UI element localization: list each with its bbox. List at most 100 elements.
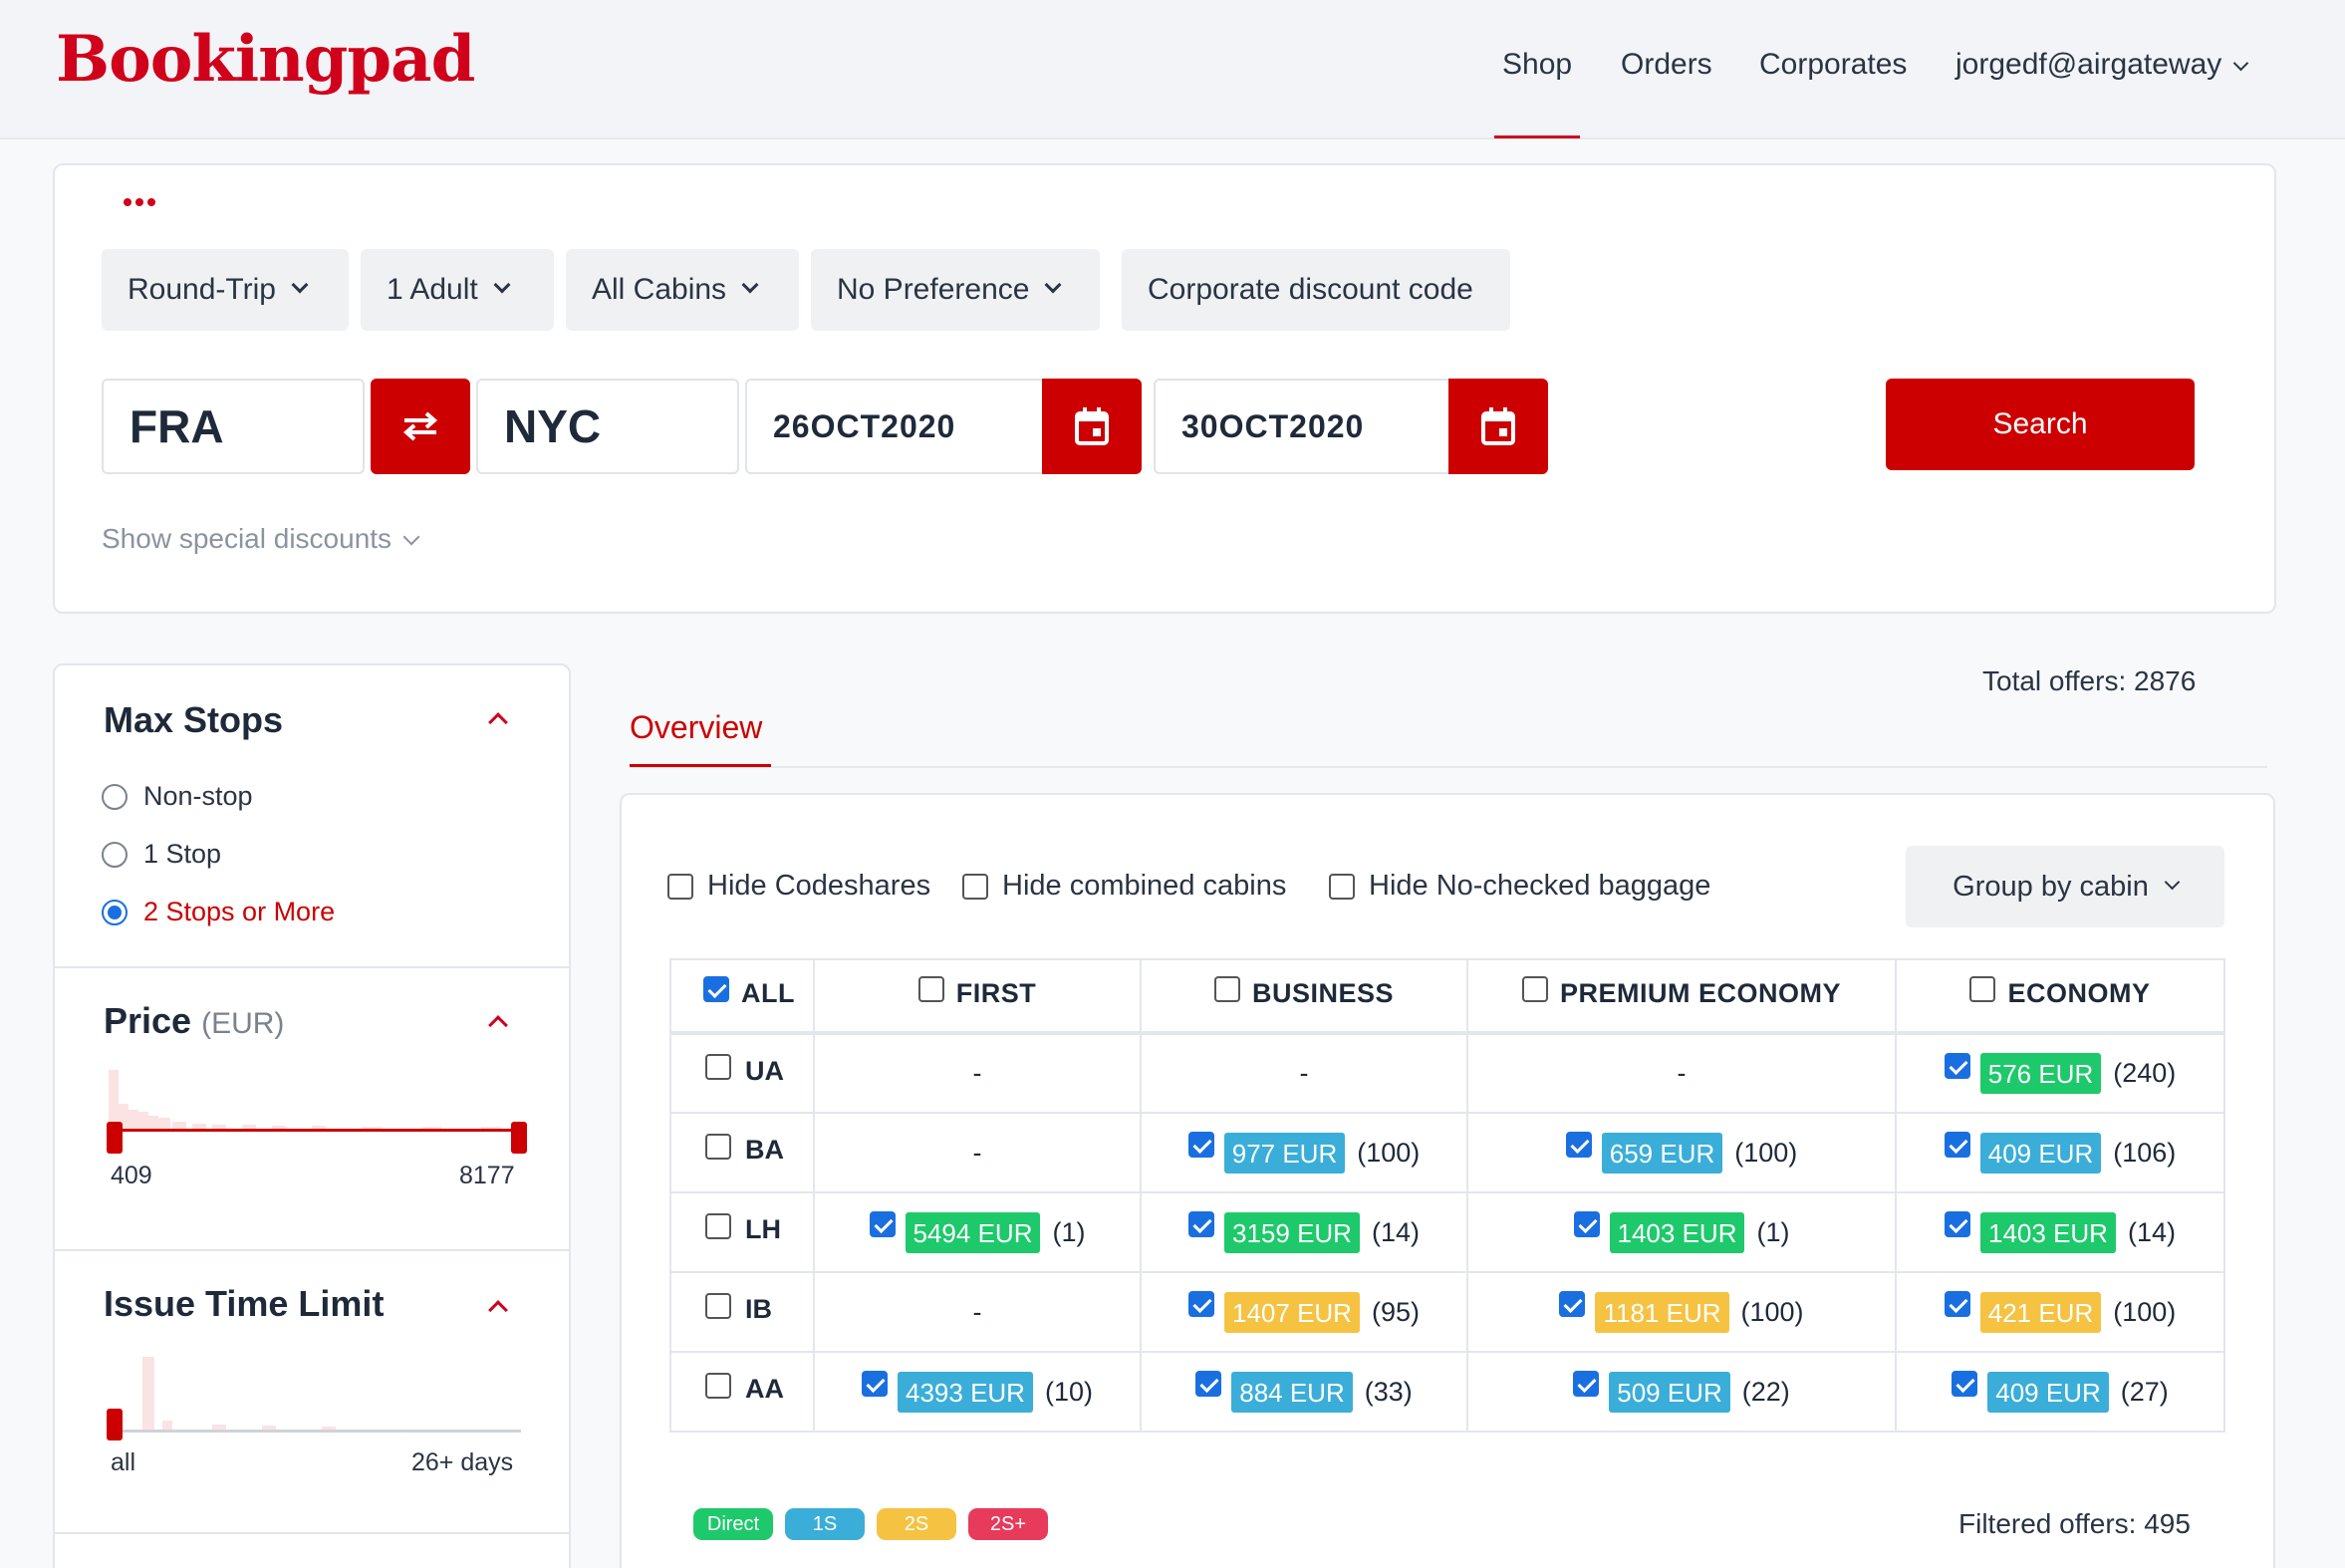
cabin-select[interactable]: All Cabins — [566, 249, 799, 331]
checkbox-checked[interactable] — [1195, 1371, 1222, 1397]
airline-row-aa: AA 4393 EUR (10) 884 EUR (33) 509 EUR (22) 409 … — [669, 1351, 2225, 1433]
nav-shop[interactable]: Shop — [1502, 48, 1572, 82]
radio-button[interactable] — [102, 841, 128, 868]
option-label: 2 Stops or More — [143, 897, 336, 926]
price-badge[interactable]: 1181 EUR — [1595, 1291, 1729, 1333]
price-badge[interactable]: 884 EUR — [1231, 1371, 1353, 1413]
price-max-handle[interactable] — [511, 1122, 527, 1154]
price-badge[interactable]: 421 EUR — [1979, 1291, 2102, 1333]
checkbox-checked[interactable] — [869, 1211, 896, 1237]
nav-corporates[interactable]: Corporates — [1759, 48, 1907, 82]
price-badge[interactable]: 5494 EUR — [905, 1211, 1041, 1253]
checkbox-checked[interactable] — [1573, 1211, 1600, 1237]
collapse-price-button[interactable] — [488, 1015, 508, 1037]
corporate-code-input[interactable]: Corporate discount code — [1122, 249, 1510, 331]
hide-no-checked-baggage-filter[interactable]: Hide No-checked baggage — [1329, 870, 1710, 903]
hide-combined-cabins-filter[interactable]: Hide combined cabins — [962, 870, 1286, 903]
checkbox[interactable] — [705, 1372, 731, 1399]
offer-cell: 659 EUR (100) — [1466, 1112, 1897, 1193]
group-by-select[interactable]: Group by cabin — [1906, 846, 2224, 927]
price-badge[interactable]: 1407 EUR — [1224, 1291, 1360, 1333]
checkbox-checked[interactable] — [1559, 1291, 1586, 1317]
checkbox-checked[interactable] — [703, 976, 729, 1003]
offer-count: (100) — [1734, 1137, 1798, 1168]
offer-count: (106) — [2113, 1137, 2177, 1168]
stops-option-2plus[interactable]: 2 Stops or More — [102, 897, 335, 927]
checkbox[interactable] — [705, 1292, 731, 1319]
checkbox[interactable] — [962, 873, 988, 900]
stops-option-nonstop[interactable]: Non-stop — [102, 781, 253, 812]
checkbox-checked[interactable] — [1565, 1132, 1592, 1158]
show-discounts-label: Show special discounts — [102, 523, 392, 554]
legend-badge-2splus: 2S+ — [968, 1508, 1048, 1540]
offer-cell: 977 EUR (100) — [1140, 1112, 1468, 1193]
offer-count: (14) — [2127, 1216, 2176, 1247]
price-badge[interactable]: 509 EUR — [1609, 1371, 1730, 1413]
price-badge[interactable]: 409 EUR — [1987, 1371, 2109, 1413]
price-badge[interactable]: 659 EUR — [1601, 1132, 1723, 1174]
checkbox[interactable] — [667, 873, 693, 900]
tab-overview[interactable]: Overview — [630, 709, 762, 746]
destination-input[interactable]: NYC — [476, 379, 739, 474]
price-badge[interactable]: 576 EUR — [1979, 1053, 2102, 1094]
chevron-down-icon — [2232, 55, 2249, 72]
stops-option-1stop[interactable]: 1 Stop — [102, 839, 221, 870]
airline-cell: UA — [669, 1032, 815, 1114]
price-badge[interactable]: 1403 EUR — [1609, 1211, 1745, 1253]
checkbox[interactable] — [705, 1212, 731, 1239]
more-options-icon[interactable] — [124, 193, 163, 213]
checkbox[interactable] — [1213, 976, 1240, 1003]
issue-time-handle[interactable] — [107, 1409, 123, 1440]
bookingpad-logo[interactable]: Bookingpad — [56, 22, 475, 97]
nav-active-indicator — [1494, 135, 1580, 138]
checkbox-checked[interactable] — [1188, 1291, 1214, 1317]
checkbox[interactable] — [705, 1054, 731, 1081]
checkbox-checked[interactable] — [862, 1371, 888, 1397]
airline-row-lh: LH 5494 EUR (1) 3159 EUR (14) 1403 EUR (1) 1403… — [669, 1191, 2225, 1273]
swap-button[interactable] — [371, 379, 470, 474]
checkbox-checked[interactable] — [1188, 1211, 1214, 1237]
checkbox-checked[interactable] — [1573, 1371, 1600, 1397]
checkbox[interactable] — [1969, 976, 1996, 1003]
collapse-issue-time-button[interactable] — [488, 1300, 508, 1322]
collapse-max-stops-button[interactable] — [488, 712, 508, 734]
group-by-value: Group by cabin — [1953, 870, 2149, 903]
trip-type-select[interactable]: Round-Trip — [102, 249, 349, 331]
origin-input[interactable]: FRA — [102, 379, 365, 474]
depart-calendar-button[interactable] — [1042, 379, 1142, 474]
price-badge[interactable]: 1403 EUR — [1980, 1211, 2116, 1253]
user-menu[interactable]: jorgedf@airgateway — [1955, 48, 2249, 82]
checkbox-checked[interactable] — [1952, 1371, 1978, 1397]
max-stops-title: Max Stops — [104, 699, 284, 740]
hide-codeshares-filter[interactable]: Hide Codeshares — [667, 870, 930, 903]
price-badge[interactable]: 409 EUR — [1979, 1132, 2102, 1174]
checkbox-checked[interactable] — [1944, 1291, 1970, 1317]
show-special-discounts-toggle[interactable]: Show special discounts — [102, 523, 420, 555]
search-button[interactable]: Search — [1886, 379, 2195, 470]
top-navigation-bar: Bookingpad Shop Orders Corporates jorged… — [0, 0, 2345, 139]
price-min-handle[interactable] — [107, 1122, 123, 1154]
checkbox-checked[interactable] — [1187, 1132, 1214, 1158]
checkbox[interactable] — [1521, 976, 1548, 1003]
airline-row-ba: BA - 977 EUR (100) 659 EUR (100) 409 EUR (106) — [669, 1112, 2225, 1193]
passengers-select[interactable]: 1 Adult — [361, 249, 554, 331]
nav-orders[interactable]: Orders — [1621, 48, 1712, 82]
price-badge[interactable]: 4393 EUR — [898, 1371, 1033, 1413]
checkbox[interactable] — [917, 976, 944, 1003]
column-label: ALL — [741, 977, 795, 1008]
airline-cell: LH — [669, 1191, 815, 1273]
return-calendar-button[interactable] — [1448, 379, 1548, 474]
checkbox[interactable] — [1329, 873, 1355, 900]
airline-row-ib: IB - 1407 EUR (95) 1181 EUR (100) 421 EUR (100) — [669, 1271, 2225, 1353]
checkbox-checked[interactable] — [1944, 1132, 1970, 1158]
price-badge[interactable]: 3159 EUR — [1224, 1211, 1360, 1253]
legend-badge-2s: 2S — [877, 1508, 956, 1540]
checkbox-checked[interactable] — [1944, 1052, 1970, 1079]
checkbox-checked[interactable] — [1945, 1211, 1970, 1237]
chevron-down-icon — [1044, 276, 1062, 294]
checkbox[interactable] — [705, 1133, 731, 1160]
radio-button[interactable] — [102, 783, 128, 810]
radio-button-selected[interactable] — [102, 899, 128, 925]
price-badge[interactable]: 977 EUR — [1223, 1132, 1346, 1174]
preference-select[interactable]: No Preference — [811, 249, 1100, 331]
